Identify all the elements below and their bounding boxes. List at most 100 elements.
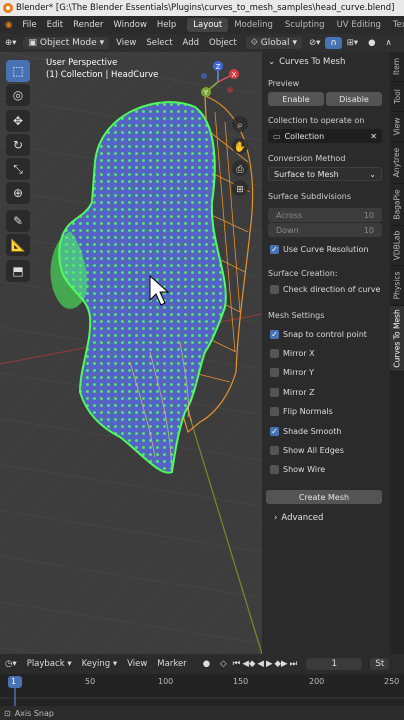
workspace-tab-sculpting[interactable]: Sculpting (279, 18, 331, 32)
timeline-marker-menu[interactable]: Marker (152, 658, 191, 670)
proportional-edit-icon[interactable]: ● (363, 37, 380, 49)
chevron-down-icon: ▾ (292, 38, 298, 48)
record-icon[interactable]: ● (198, 658, 215, 670)
use-curve-resolution-checkbox[interactable]: ✓ Use Curve Resolution (270, 245, 368, 254)
tab-curves-to-mesh[interactable]: Curves To Mesh (390, 306, 404, 372)
zoom-icon[interactable]: ⌕ (237, 120, 243, 131)
tab-item[interactable]: Item (390, 52, 404, 82)
pan-hand-icon[interactable]: ✋ (234, 140, 246, 153)
camera-icon[interactable]: ⎙ (236, 165, 244, 175)
play-icon[interactable]: ▶ (265, 659, 274, 669)
flip-normals-checkbox[interactable]: Flip Normals (270, 407, 333, 416)
keyframe-icon[interactable]: ◇ (215, 658, 232, 670)
sidebar-tabs: Item Tool View Anytree BagaPie VDBLab Ph… (390, 52, 404, 654)
header-select-menu[interactable]: Select (141, 37, 177, 49)
prev-key-icon[interactable]: ◀◆ (241, 659, 256, 669)
3d-viewport[interactable]: Z X Y ⌕ ✋ ⎙ ⊞ ⬚ ◎ ✥ ↻ ⤡ ⊕ ✎ 📐 ⬒ User Per… (0, 52, 262, 654)
chevron-down-icon: ⌄ (369, 169, 376, 179)
down-field[interactable]: Down 10 (268, 223, 382, 237)
panel-header[interactable]: ⌄ Curves To Mesh (268, 57, 345, 67)
header-add-menu[interactable]: Add (178, 37, 204, 49)
play-reverse-icon[interactable]: ◀ (256, 659, 265, 669)
create-mesh-button[interactable]: Create Mesh (266, 490, 382, 504)
current-frame-field[interactable]: 1 (306, 658, 363, 670)
menu-file[interactable]: File (17, 20, 41, 30)
curves-to-mesh-panel: ⌄ Curves To Mesh Preview Enable Disable C… (262, 52, 390, 654)
snap-magnet-icon[interactable]: ∩ (325, 37, 342, 49)
next-key-icon[interactable]: ◆▶ (273, 659, 288, 669)
menu-edit[interactable]: Edit (42, 20, 68, 30)
ruler-tick-200: 200 (309, 677, 325, 686)
show-all-edges-checkbox[interactable]: Show All Edges (270, 446, 344, 455)
workspace-tab-layout[interactable]: Layout (187, 18, 229, 32)
timeline-view-menu[interactable]: View (122, 658, 152, 670)
collection-icon: ▭ (273, 131, 281, 141)
check-direction-checkbox[interactable]: Check direction of curve (270, 285, 380, 294)
tool-scale-icon[interactable]: ⤡ (6, 158, 30, 180)
menu-window[interactable]: Window (108, 20, 152, 30)
tool-cursor-icon[interactable]: ◎ (6, 84, 30, 106)
menu-help[interactable]: Help (152, 20, 181, 30)
tab-physics[interactable]: Physics (390, 266, 404, 306)
start-frame-field[interactable]: St (370, 658, 390, 670)
workspace-tab-modeling[interactable]: Modeling (228, 18, 279, 32)
tab-view[interactable]: View (390, 112, 404, 142)
viewport-collection-label: (1) Collection | HeadCurve (46, 70, 159, 80)
tab-tool[interactable]: Tool (390, 82, 404, 112)
tool-select-box-icon[interactable]: ⬚ (6, 60, 30, 82)
checkbox-icon (270, 407, 279, 416)
shade-smooth-checkbox[interactable]: ✓ Shade Smooth (270, 427, 341, 436)
snap-grid-icon[interactable]: ⊞▾ (342, 37, 363, 49)
mirror-z-checkbox[interactable]: Mirror Z (270, 388, 315, 397)
mirror-x-checkbox[interactable]: Mirror X (270, 349, 315, 358)
mode-dropdown[interactable]: ▣ Object Mode ▾ (23, 37, 110, 49)
tab-vdblab[interactable]: VDBLab (390, 226, 404, 266)
keying-menu[interactable]: Keying ▾ (77, 658, 123, 670)
mirror-y-checkbox[interactable]: Mirror Y (270, 368, 314, 377)
collection-field[interactable]: ▭ Collection ✕ (268, 129, 382, 143)
jump-end-icon[interactable]: ⏭ (289, 659, 299, 669)
clear-x-icon[interactable]: ✕ (370, 132, 377, 141)
tool-annotate-icon[interactable]: ✎ (6, 210, 30, 232)
workspace-tab-uv-editing[interactable]: UV Editing (331, 18, 387, 32)
editor-type-icon[interactable]: ⊕▾ (0, 37, 21, 49)
workspace-tab-texture-paint[interactable]: Texture Paint (387, 18, 404, 32)
timeline-ruler[interactable]: 1 50 100 150 200 250 (0, 674, 404, 706)
tool-add-cube-icon[interactable]: ⬒ (6, 260, 30, 282)
timeline-editor-icon[interactable]: ◷▾ (0, 658, 22, 670)
advanced-subpanel-header[interactable]: › Advanced (274, 513, 323, 523)
blender-menu-icon[interactable]: ◉ (0, 20, 17, 30)
gizmo-x-label: X (232, 71, 237, 79)
checkbox-icon (270, 368, 279, 377)
conversion-method-dropdown[interactable]: Surface to Mesh ⌄ (268, 167, 382, 181)
enable-button[interactable]: Enable (268, 92, 324, 106)
header-view-menu[interactable]: View (111, 37, 141, 49)
header-object-menu[interactable]: Object (204, 37, 242, 49)
orientation-dropdown[interactable]: ⟐ Global ▾ (245, 37, 303, 49)
tool-measure-icon[interactable]: 📐 (6, 234, 30, 256)
surface-subdivisions-label: Surface Subdivisions (268, 192, 352, 201)
show-wire-checkbox[interactable]: Show Wire (270, 465, 325, 474)
checkbox-icon (270, 349, 279, 358)
checkbox-icon: ✓ (270, 245, 279, 254)
tool-transform-icon[interactable]: ⊕ (6, 182, 30, 204)
disable-button[interactable]: Disable (326, 92, 382, 106)
checkbox-icon: ✓ (270, 427, 279, 436)
menu-render[interactable]: Render (68, 20, 108, 30)
tool-rotate-icon[interactable]: ↻ (6, 134, 30, 156)
viewport-scene: Z X Y ⌕ ✋ ⎙ ⊞ (0, 52, 262, 654)
preview-label: Preview (268, 79, 300, 88)
tab-anytree[interactable]: Anytree (390, 142, 404, 184)
perspective-grid-icon[interactable]: ⊞ (236, 185, 244, 195)
playback-menu[interactable]: Playback ▾ (22, 658, 77, 670)
across-field[interactable]: Across 10 (268, 208, 382, 222)
gizmo-z-label: Z (216, 63, 221, 71)
jump-start-icon[interactable]: ⏮ (232, 659, 242, 669)
falloff-icon[interactable]: ∧ (380, 37, 396, 49)
snap-control-point-checkbox[interactable]: ✓ Snap to control point (270, 330, 367, 339)
top-menu-bar: ◉ File Edit Render Window Help Layout Mo… (0, 16, 404, 34)
viewport-header: ⊕▾ ▣ Object Mode ▾ View Select Add Object … (0, 34, 404, 52)
pivot-icon[interactable]: ⊘▾ (304, 37, 325, 49)
tool-move-icon[interactable]: ✥ (6, 110, 30, 132)
tab-bagapie[interactable]: BagaPie (390, 184, 404, 226)
